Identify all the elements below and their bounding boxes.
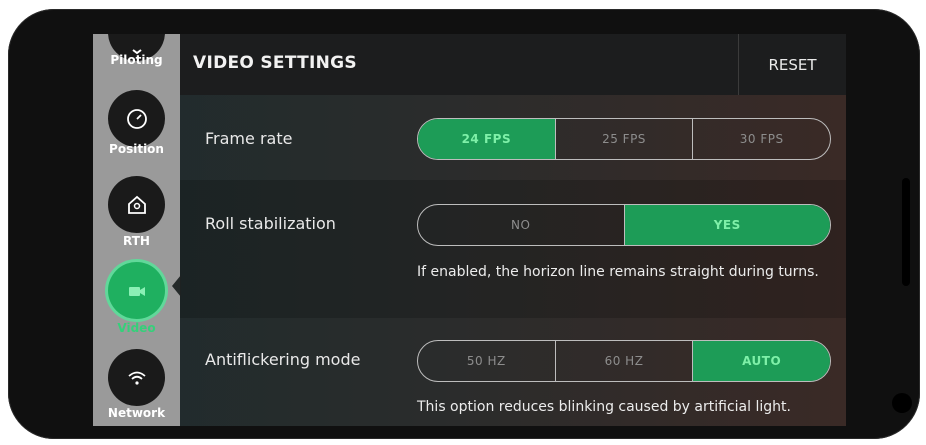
frame-rate-option-25[interactable]: 25 FPS [554, 119, 693, 159]
compass-icon [108, 90, 165, 147]
antiflickering-option-60hz[interactable]: 60 HZ [554, 341, 693, 381]
reset-button[interactable]: RESET [739, 34, 846, 95]
roll-stabilization-option-no[interactable]: NO [418, 205, 624, 245]
roll-stabilization-help: If enabled, the horizon line remains str… [417, 264, 819, 280]
nav-label: Piloting [110, 53, 163, 67]
nav-label: RTH [123, 234, 150, 248]
frame-rate-selector: 24 FPS 25 FPS 30 FPS [417, 118, 831, 160]
frame-rate-option-24[interactable]: 24 FPS [418, 119, 555, 159]
roll-stabilization-option-yes[interactable]: YES [623, 205, 830, 245]
video-camera-icon [108, 262, 165, 319]
camera-dot [892, 393, 912, 413]
antiflickering-option-50hz[interactable]: 50 HZ [418, 341, 555, 381]
antiflickering-label: Antiflickering mode [205, 350, 361, 369]
antiflickering-selector: 50 HZ 60 HZ AUTO [417, 340, 831, 382]
side-button [902, 178, 910, 286]
setting-row-roll-stabilization: Roll stabilization NO YES If enabled, th… [180, 180, 846, 318]
roll-stabilization-selector: NO YES [417, 204, 831, 246]
setting-row-antiflickering: Antiflickering mode 50 HZ 60 HZ AUTO Thi… [180, 318, 846, 426]
frame-rate-option-30[interactable]: 30 FPS [692, 119, 830, 159]
nav-label: Position [109, 142, 164, 156]
antiflickering-option-auto[interactable]: AUTO [692, 341, 830, 381]
app-screen: Piloting Position RTH Video Network VIDE… [93, 34, 846, 426]
nav-label: Network [107, 406, 166, 420]
frame-rate-label: Frame rate [205, 129, 293, 148]
settings-header: VIDEO SETTINGS RESET [180, 34, 846, 95]
page-title: VIDEO SETTINGS [193, 53, 357, 73]
roll-stabilization-label: Roll stabilization [205, 214, 336, 233]
home-icon [108, 176, 165, 233]
wifi-icon [108, 349, 165, 406]
antiflickering-help: This option reduces blinking caused by a… [417, 399, 791, 415]
nav-label: Video [117, 321, 156, 335]
setting-row-frame-rate: Frame rate 24 FPS 25 FPS 30 FPS [180, 95, 846, 180]
settings-nav-rail: Piloting Position RTH Video Network [93, 34, 180, 426]
